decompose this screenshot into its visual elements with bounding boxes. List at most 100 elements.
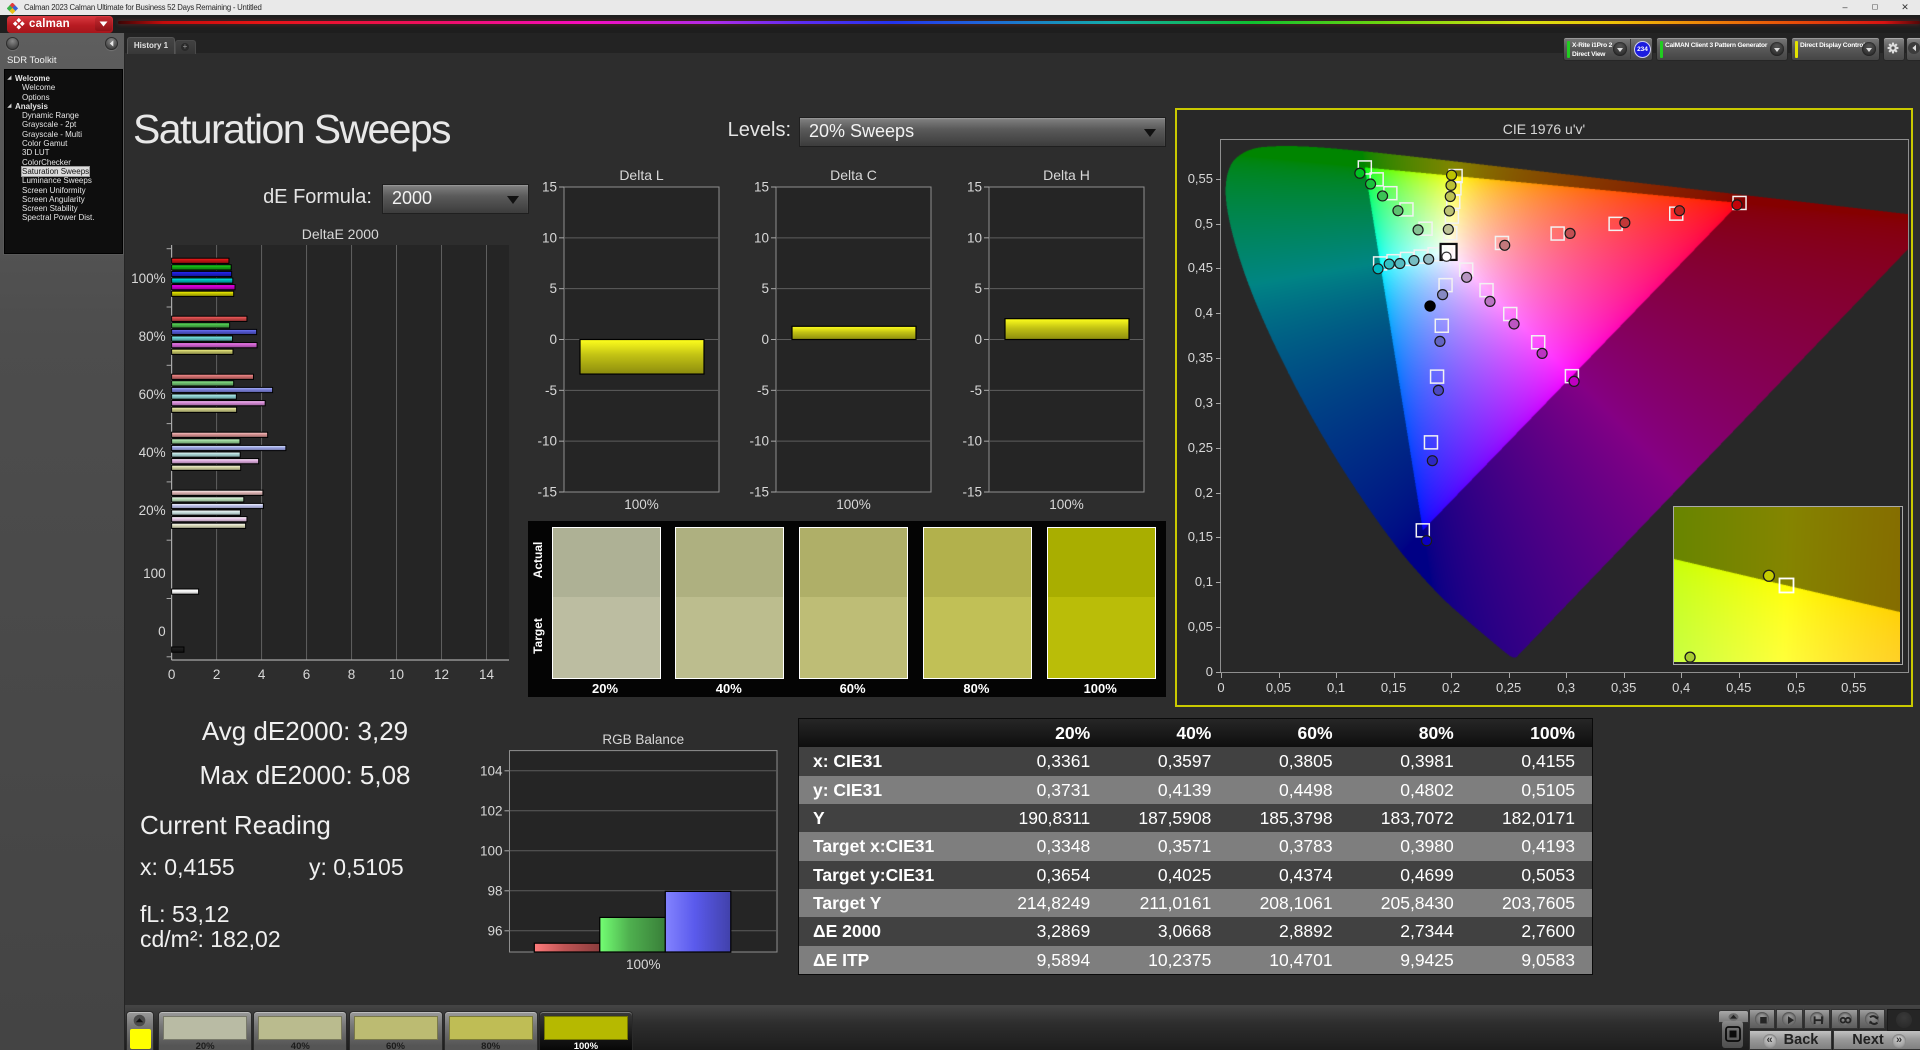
table-col-header: 40%	[1107, 719, 1228, 747]
tree-item-screen-stability[interactable]: Screen Stability	[5, 204, 122, 213]
back-chevron-icon: «	[1763, 1034, 1777, 1048]
de-formula-select[interactable]: 2000	[382, 184, 529, 214]
table-corner	[799, 719, 986, 747]
calman-diamond-icon	[12, 18, 26, 31]
add-tab-button[interactable]: +	[175, 40, 196, 54]
tree-item-label: Luminance Sweeps	[22, 176, 92, 185]
patch-button-20%[interactable]: 20%	[158, 1011, 252, 1050]
tree-item-screen-uniformity[interactable]: Screen Uniformity	[5, 186, 122, 195]
tree-item-grayscale-multi[interactable]: Grayscale - Multi	[5, 130, 122, 139]
plus-icon: +	[181, 43, 189, 51]
collapse-toolbar-button[interactable]	[1906, 37, 1920, 61]
patch-button-40%[interactable]: 40%	[253, 1011, 347, 1050]
tree-item-label: Screen Stability	[22, 204, 78, 213]
table-cell: 0,4155	[1471, 747, 1592, 775]
cie-diagram-panel: CIE 1976 u'v' 00,050,10,150,20,250,30,35…	[1175, 108, 1913, 707]
tree-item-label: Grayscale - Multi	[22, 130, 82, 139]
table-cell: 0,4498	[1228, 776, 1349, 804]
svg-text:100%: 100%	[626, 957, 661, 972]
patch-button-100%[interactable]: 100%	[539, 1011, 633, 1050]
cie-x-tick-label: 0,15	[1369, 680, 1419, 695]
cie-x-tick-label: 0	[1196, 680, 1246, 695]
tree-item-luminance-sweeps[interactable]: Luminance Sweeps	[5, 176, 122, 185]
svg-text:-10: -10	[962, 434, 982, 449]
tree-item-label: Screen Uniformity	[22, 186, 86, 195]
infinity-button[interactable]	[1831, 1009, 1858, 1029]
tree-item-3d-lut[interactable]: 3D LUT	[5, 148, 122, 157]
svg-text:0: 0	[168, 667, 176, 682]
play-button[interactable]	[1776, 1009, 1803, 1029]
table-cell: 0,3805	[1228, 747, 1349, 775]
patch-label: 60%	[350, 1041, 442, 1050]
svg-text:14: 14	[479, 667, 495, 682]
patch-swatch	[163, 1016, 247, 1040]
tree-item-saturation-sweeps[interactable]: Saturation Sweeps	[5, 167, 122, 176]
levels-arrow-icon	[1144, 129, 1156, 137]
window-titlebar: Calman 2023 Calman Ultimate for Business…	[0, 0, 1920, 15]
tree-item-welcome[interactable]: Welcome	[5, 83, 122, 92]
pattern-button[interactable]	[1804, 1009, 1831, 1029]
tree-item-label: Grayscale - 2pt	[22, 120, 76, 129]
reading-cdm2: cd/m²: 182,02	[140, 926, 281, 953]
table-cell: 0,3597	[1107, 747, 1228, 775]
table-cell: 2,7344	[1350, 917, 1471, 945]
swatch-40%	[675, 527, 784, 679]
tree-item-analysis[interactable]: ◢Analysis	[5, 102, 122, 111]
next-button[interactable]: Next »	[1833, 1030, 1920, 1050]
target-swatch	[553, 597, 660, 678]
tree-expander-icon[interactable]: ◢	[7, 75, 11, 82]
tree-item-grayscale-2pt[interactable]: Grayscale - 2pt	[5, 120, 122, 129]
back-button[interactable]: « Back	[1749, 1030, 1832, 1050]
cie-x-tick-label: 0,3	[1541, 680, 1591, 695]
logo-dropdown-arrow[interactable]	[95, 17, 112, 31]
cie-y-tick-label: 0,45	[1177, 260, 1213, 275]
patch-button-60%[interactable]: 60%	[349, 1011, 443, 1050]
cie-y-tick-label: 0,35	[1177, 350, 1213, 365]
pattern-generator-button[interactable]: CalMAN Client 3 Pattern Generator	[1656, 37, 1788, 61]
tree-item-welcome[interactable]: ◢Welcome	[5, 74, 122, 83]
meter-dropdown-arrow[interactable]	[1613, 42, 1627, 56]
table-row-label: y: CIE31	[799, 776, 986, 804]
generator-name: CalMAN Client 3 Pattern Generator	[1665, 41, 1767, 51]
meter-button[interactable]: X-Rite i1Pro 2 Direct View 234	[1563, 37, 1653, 61]
svg-text:98: 98	[487, 883, 502, 898]
table-cell: 10,4701	[1228, 946, 1349, 974]
refresh-button[interactable]	[1859, 1009, 1886, 1029]
tree-item-dynamic-range[interactable]: Dynamic Range	[5, 111, 122, 120]
sidebar-collapse-button[interactable]	[105, 37, 118, 50]
table-cell: 0,4025	[1107, 861, 1228, 889]
patch-color-button[interactable]	[126, 1011, 154, 1050]
pattern-window-button[interactable]	[1722, 1021, 1743, 1048]
tree-item-spectral-power-dist-[interactable]: Spectral Power Dist.	[5, 213, 122, 222]
patch-label: 20%	[159, 1041, 251, 1050]
tree-item-color-gamut[interactable]: Color Gamut	[5, 139, 122, 148]
minimize-button[interactable]: –	[1832, 0, 1858, 14]
svg-text:Delta C: Delta C	[830, 167, 877, 183]
app-window: Calman 2023 Calman Ultimate for Business…	[0, 0, 1920, 1050]
settings-button[interactable]	[1883, 37, 1905, 61]
logo-bar: calman	[0, 15, 1920, 33]
table-col-header: 80%	[1350, 719, 1471, 747]
calman-menu-button[interactable]: calman	[7, 16, 113, 33]
display-control-button[interactable]: Direct Display Control	[1791, 37, 1880, 61]
tree-expander-icon[interactable]: ◢	[7, 103, 11, 110]
levels-select[interactable]: 20% Sweeps	[799, 117, 1166, 147]
maximize-button[interactable]: ◻	[1862, 0, 1888, 14]
sidebar-menu-icon[interactable]	[6, 37, 19, 50]
svg-text:96: 96	[487, 923, 502, 938]
svg-text:100%: 100%	[624, 497, 659, 512]
tree-item-options[interactable]: Options	[5, 93, 122, 102]
meter-badge[interactable]: 234	[1634, 41, 1651, 58]
table-row-7: ΔE 20003,28693,06682,88922,73442,7600	[799, 917, 1592, 945]
tree-item-colorchecker[interactable]: ColorChecker	[5, 158, 122, 167]
svg-text:DeltaE 2000: DeltaE 2000	[302, 226, 379, 242]
stop-button[interactable]	[1749, 1009, 1776, 1029]
tree-item-screen-angularity[interactable]: Screen Angularity	[5, 195, 122, 204]
generator-dropdown-arrow[interactable]	[1770, 42, 1784, 56]
close-button[interactable]: ✕	[1892, 0, 1918, 14]
patch-button-80%[interactable]: 80%	[444, 1011, 538, 1050]
display-dropdown-arrow[interactable]	[1862, 42, 1876, 56]
tab-history-1[interactable]: History 1	[127, 37, 175, 54]
table-cell: 0,3981	[1350, 747, 1471, 775]
table-row-label: Target y:CIE31	[799, 861, 986, 889]
